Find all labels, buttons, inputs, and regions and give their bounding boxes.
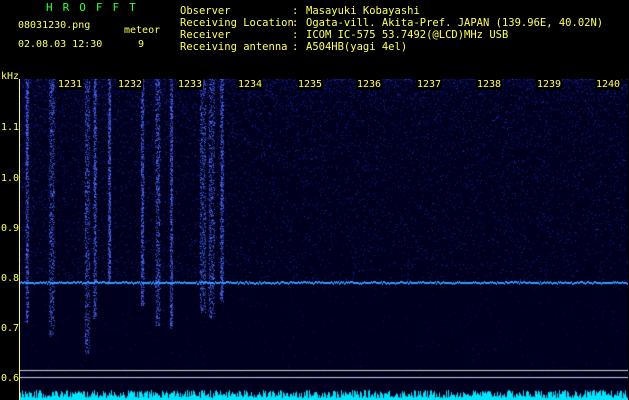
info-key: Receiving Location (180, 17, 294, 29)
x-tick-label: 1236 (356, 79, 383, 90)
x-tick-label: 1239 (536, 79, 563, 90)
app-logo: HROFFT (46, 1, 146, 14)
meteor-count-value: 9 (138, 39, 145, 50)
x-tick-label: 1234 (237, 79, 264, 90)
y-axis-line (19, 79, 20, 400)
spectrogram-canvas (20, 79, 628, 400)
info-key: Receiving antenna (180, 41, 288, 53)
info-key: Observer (180, 5, 231, 17)
header-panel: HROFFT 08031230.png 02.08.03 12:30 meteo… (0, 0, 629, 78)
y-tick-label: 0.8 (1, 273, 20, 284)
x-tick-label: 1232 (117, 79, 144, 90)
x-tick-label: 1231 (57, 79, 84, 90)
meteor-count-label: meteor (124, 25, 161, 36)
info-value: ICOM IC-575 53.7492(@LCD)MHz USB (306, 29, 509, 41)
y-tick-label: 0.7 (1, 323, 20, 334)
info-separator: : (292, 17, 299, 29)
info-separator: : (292, 5, 299, 17)
x-tick-label: 1235 (297, 79, 324, 90)
y-tick-label: 1.0 (1, 173, 20, 184)
y-tick-label: 1.1 (1, 122, 20, 133)
y-tick-label: 0.9 (1, 223, 20, 234)
info-separator: : (292, 41, 299, 53)
info-value: Masayuki Kobayashi (306, 5, 420, 17)
info-key: Receiver (180, 29, 231, 41)
y-axis-unit: kHz (1, 71, 20, 82)
y-tick-label: 0.6 (1, 373, 20, 384)
x-tick-label: 1240 (595, 79, 622, 90)
x-tick-label: 1237 (416, 79, 443, 90)
x-tick-label: 1238 (476, 79, 503, 90)
observation-timestamp: 02.08.03 12:30 (18, 39, 103, 50)
image-filename: 08031230.png (18, 20, 91, 31)
info-value: A504HB(yagi 4el) (306, 41, 408, 53)
info-value: Ogata-vill. Akita-Pref. JAPAN (139.96E, … (306, 17, 604, 29)
spectrogram-plot (20, 79, 628, 400)
info-separator: : (292, 29, 299, 41)
x-tick-label: 1233 (177, 79, 204, 90)
